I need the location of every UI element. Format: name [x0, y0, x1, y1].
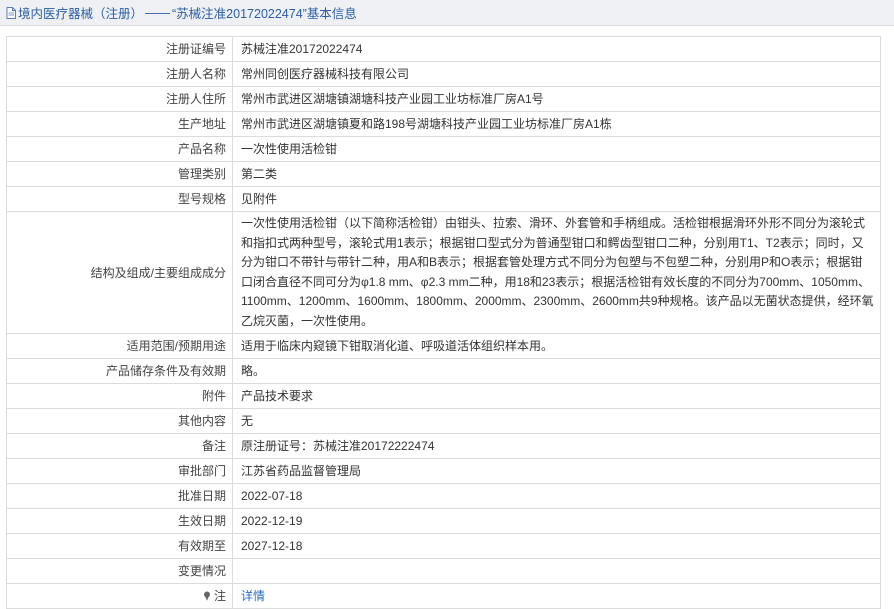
row-value: 略。: [232, 358, 881, 384]
table-row: 结构及组成/主要组成成分 一次性使用活检钳（以下简称活检钳）由钳头、拉索、滑环、…: [6, 211, 881, 334]
page-header: 境内医疗器械（注册） —— “苏械注准20172022474”基本信息: [0, 0, 894, 26]
table-row: 生效日期 2022-12-19: [6, 508, 881, 534]
header-separator: ——: [145, 5, 171, 20]
table-row: 有效期至 2027-12-18: [6, 533, 881, 559]
row-value: 原注册证号：苏械注准20172222474: [232, 433, 881, 459]
row-label: 生产地址: [6, 111, 233, 137]
note-value-cell: 详情: [232, 583, 881, 609]
table-row: 批准日期 2022-07-18: [6, 483, 881, 509]
info-table: 注册证编号 苏械注准20172022474 注册人名称 常州同创医疗器械科技有限…: [6, 36, 881, 609]
row-value: 一次性使用活检钳（以下简称活检钳）由钳头、拉索、滑环、外套管和手柄组成。活检钳根…: [232, 211, 881, 334]
table-row: 备注 原注册证号：苏械注准20172222474: [6, 433, 881, 459]
row-value: [232, 558, 881, 584]
row-label: 变更情况: [6, 558, 233, 584]
row-value: 产品技术要求: [232, 383, 881, 409]
row-label: 批准日期: [6, 483, 233, 509]
row-value: 常州市武进区湖塘镇夏和路198号湖塘科技产业园工业坊标准厂房A1栋: [232, 111, 881, 137]
row-label: 审批部门: [6, 458, 233, 484]
table-row: 注册证编号 苏械注准20172022474: [6, 36, 881, 62]
row-label: 其他内容: [6, 408, 233, 434]
row-value: 无: [232, 408, 881, 434]
table-row: 管理类别 第二类: [6, 161, 881, 187]
row-value: 一次性使用活检钳: [232, 136, 881, 162]
row-value: 常州同创医疗器械科技有限公司: [232, 61, 881, 87]
details-link[interactable]: 详情: [241, 589, 265, 603]
row-label: 结构及组成/主要组成成分: [6, 211, 233, 334]
table-row: 变更情况: [6, 558, 881, 584]
row-label: 注册人住所: [6, 86, 233, 112]
row-value: 苏械注准20172022474: [232, 36, 881, 62]
table-row-note: 注 详情: [6, 583, 881, 609]
table-row: 生产地址 常州市武进区湖塘镇夏和路198号湖塘科技产业园工业坊标准厂房A1栋: [6, 111, 881, 137]
row-label: 有效期至: [6, 533, 233, 559]
table-row: 审批部门 江苏省药品监督管理局: [6, 458, 881, 484]
row-value: 常州市武进区湖塘镇湖塘科技产业园工业坊标准厂房A1号: [232, 86, 881, 112]
table-row: 产品名称 一次性使用活检钳: [6, 136, 881, 162]
note-label: 注: [213, 588, 226, 603]
row-label: 产品储存条件及有效期: [6, 358, 233, 384]
row-label: 备注: [6, 433, 233, 459]
row-value: 见附件: [232, 186, 881, 212]
row-label: 附件: [6, 383, 233, 409]
table-row: 附件 产品技术要求: [6, 383, 881, 409]
info-table-container: 注册证编号 苏械注准20172022474 注册人名称 常州同创医疗器械科技有限…: [6, 36, 881, 609]
row-label: 管理类别: [6, 161, 233, 187]
table-row: 其他内容 无: [6, 408, 881, 434]
table-row: 注册人住所 常州市武进区湖塘镇湖塘科技产业园工业坊标准厂房A1号: [6, 86, 881, 112]
table-row: 产品储存条件及有效期 略。: [6, 358, 881, 384]
pin-icon: [203, 591, 214, 603]
row-value: 江苏省药品监督管理局: [232, 458, 881, 484]
table-row: 型号规格 见附件: [6, 186, 881, 212]
header-title: “苏械注准20172022474”基本信息: [172, 7, 357, 21]
row-label: 产品名称: [6, 136, 233, 162]
row-label: 注册证编号: [6, 36, 233, 62]
header-prefix: 境内医疗器械（注册）: [18, 7, 144, 21]
row-value: 2027-12-18: [232, 533, 881, 559]
row-label: 注册人名称: [6, 61, 233, 87]
row-value: 2022-12-19: [232, 508, 881, 534]
table-row: 注册人名称 常州同创医疗器械科技有限公司: [6, 61, 881, 87]
row-label: 生效日期: [6, 508, 233, 534]
row-label: 型号规格: [6, 186, 233, 212]
note-label-cell: 注: [6, 583, 233, 609]
document-icon: [6, 6, 16, 19]
row-label: 适用范围/预期用途: [6, 333, 233, 359]
table-row: 适用范围/预期用途 适用于临床内窥镜下钳取消化道、呼吸道活体组织样本用。: [6, 333, 881, 359]
row-value: 2022-07-18: [232, 483, 881, 509]
row-value: 第二类: [232, 161, 881, 187]
row-value: 适用于临床内窥镜下钳取消化道、呼吸道活体组织样本用。: [232, 333, 881, 359]
